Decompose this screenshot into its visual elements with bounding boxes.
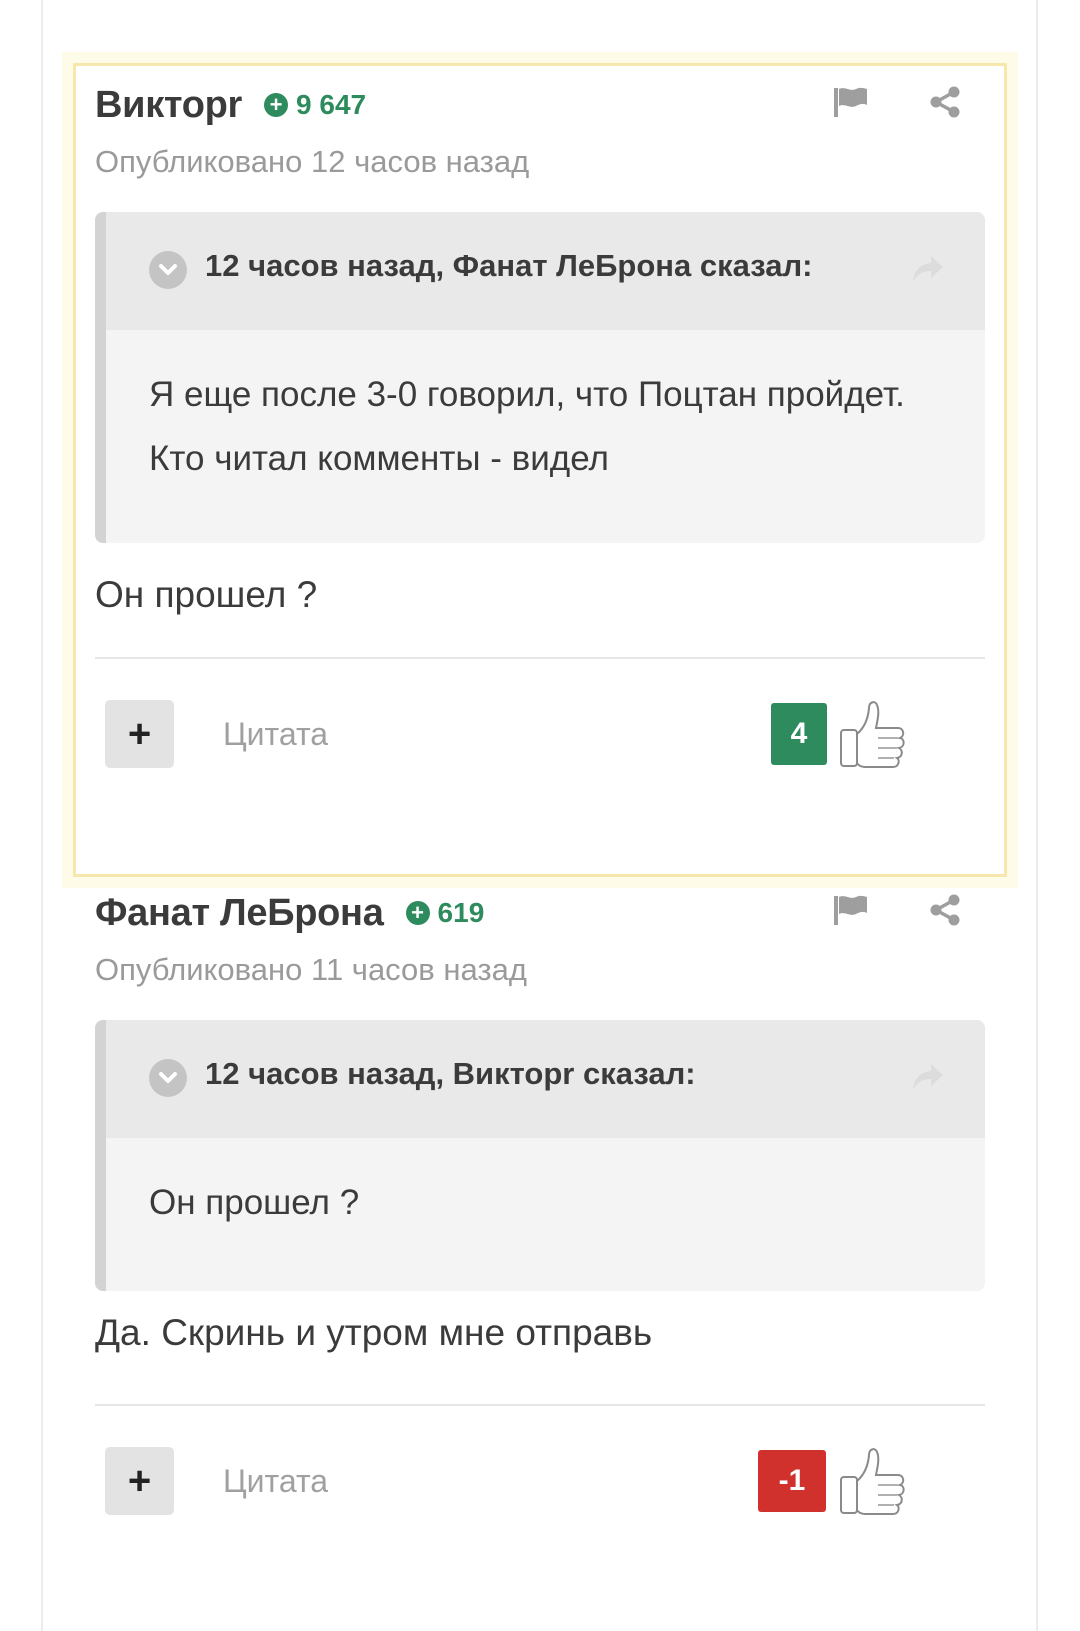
thumbs-up-icon[interactable] bbox=[838, 1445, 908, 1522]
published-time: Опубликовано 11 часов назад bbox=[95, 952, 527, 987]
comment: Фанат ЛеБрона + 619 Опубликовано 11 часо… bbox=[62, 890, 1018, 1631]
chevron-down-icon[interactable] bbox=[149, 251, 187, 289]
divider bbox=[95, 657, 985, 659]
author-name[interactable]: Викторr bbox=[95, 84, 242, 127]
reply-arrow-icon[interactable] bbox=[911, 254, 945, 289]
comment-actions bbox=[833, 86, 961, 118]
comment: Викторr + 9 647 Опубликовано 12 часов на… bbox=[62, 52, 1018, 888]
quote-citation: 12 часов назад, Фанат ЛеБрона сказал: bbox=[205, 248, 813, 283]
comment-body: Да. Скринь и утром мне отправь bbox=[95, 1312, 653, 1353]
quote-block: 12 часов назад, Фанат ЛеБрона сказал: Я … bbox=[95, 212, 985, 543]
thumbs-up-icon[interactable] bbox=[838, 698, 908, 775]
divider bbox=[95, 1404, 985, 1406]
share-icon[interactable] bbox=[929, 86, 961, 118]
author-row: Фанат ЛеБрона + 619 bbox=[95, 888, 484, 938]
comment-actions bbox=[833, 894, 961, 926]
reputation-value: 9 647 bbox=[296, 89, 367, 120]
plus-icon[interactable]: + bbox=[105, 1447, 174, 1515]
reputation-badge: + 619 bbox=[405, 897, 485, 929]
quote-citation: 12 часов назад, Викторr сказал: bbox=[205, 1056, 696, 1091]
share-icon[interactable] bbox=[929, 894, 961, 926]
quote-header: 12 часов назад, Фанат ЛеБрона сказал: bbox=[106, 212, 985, 330]
score-badge: 4 bbox=[771, 703, 827, 765]
quote-text: Я еще после 3-0 говорил, что Поцтан прой… bbox=[149, 375, 905, 478]
plus-circle-icon: + bbox=[264, 93, 289, 117]
plus-icon[interactable]: + bbox=[105, 700, 174, 768]
reputation-badge: + 9 647 bbox=[264, 89, 366, 121]
quote-button[interactable]: Цитата bbox=[223, 716, 328, 753]
quote-text: Он прошел ? bbox=[149, 1183, 360, 1222]
plus-circle-icon: + bbox=[405, 901, 430, 925]
reply-arrow-icon[interactable] bbox=[911, 1062, 945, 1097]
author-row: Викторr + 9 647 bbox=[95, 80, 366, 130]
published-time: Опубликовано 12 часов назад bbox=[95, 144, 530, 179]
author-name[interactable]: Фанат ЛеБрона bbox=[95, 892, 384, 935]
quote-header: 12 часов назад, Викторr сказал: bbox=[106, 1020, 985, 1138]
flag-icon[interactable] bbox=[833, 894, 869, 926]
comment-body: Он прошел ? bbox=[95, 574, 318, 615]
chevron-down-icon[interactable] bbox=[149, 1059, 187, 1097]
flag-icon[interactable] bbox=[833, 86, 869, 118]
quote-button[interactable]: Цитата bbox=[223, 1463, 328, 1500]
score-badge: -1 bbox=[758, 1450, 826, 1512]
reputation-value: 619 bbox=[437, 897, 485, 928]
quote-block: 12 часов назад, Викторr сказал: Он проше… bbox=[95, 1020, 985, 1291]
